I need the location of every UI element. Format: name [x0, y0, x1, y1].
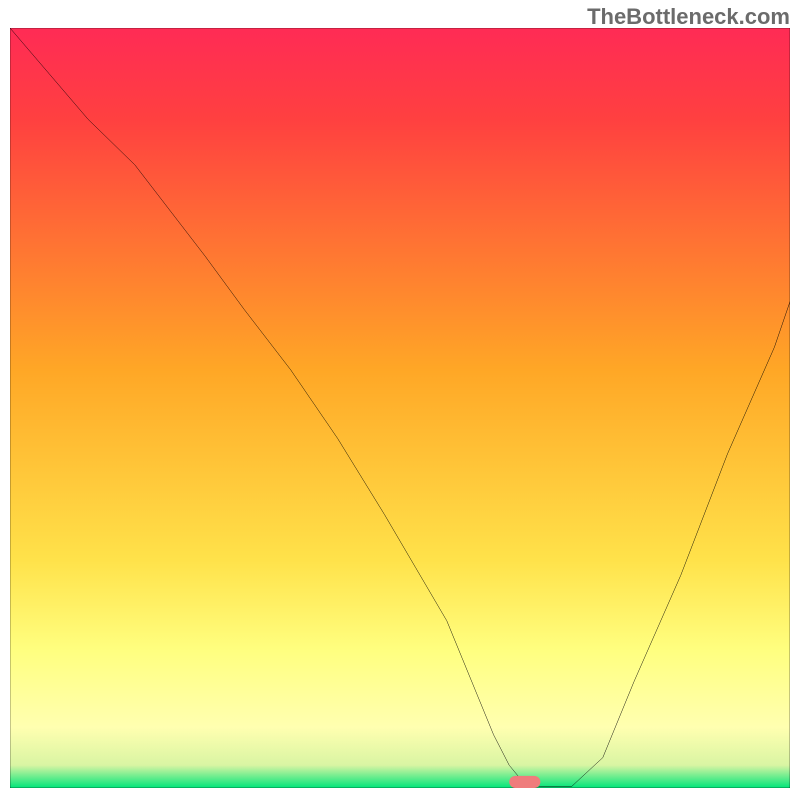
- bottleneck-chart: [10, 28, 790, 788]
- plot-background: [10, 28, 790, 788]
- chart-container: { "watermark": "TheBottleneck.com", "cha…: [0, 0, 800, 800]
- watermark-text: TheBottleneck.com: [587, 4, 790, 30]
- minimum-marker: [509, 776, 540, 788]
